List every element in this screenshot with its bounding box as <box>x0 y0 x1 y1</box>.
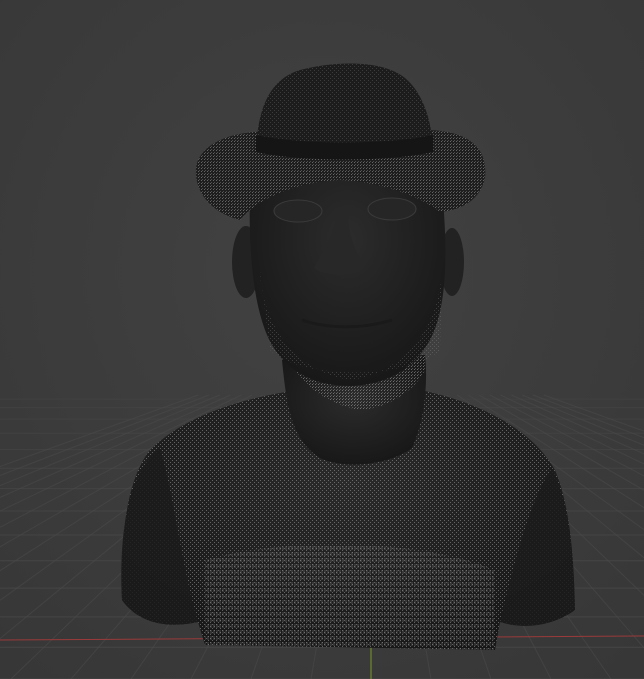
shirt-folds-wire <box>205 544 495 650</box>
left-eye-mesh <box>273 199 323 223</box>
3d-viewport[interactable] <box>0 0 644 679</box>
viewport-canvas[interactable] <box>0 0 644 679</box>
right-eye-mesh <box>367 197 417 221</box>
